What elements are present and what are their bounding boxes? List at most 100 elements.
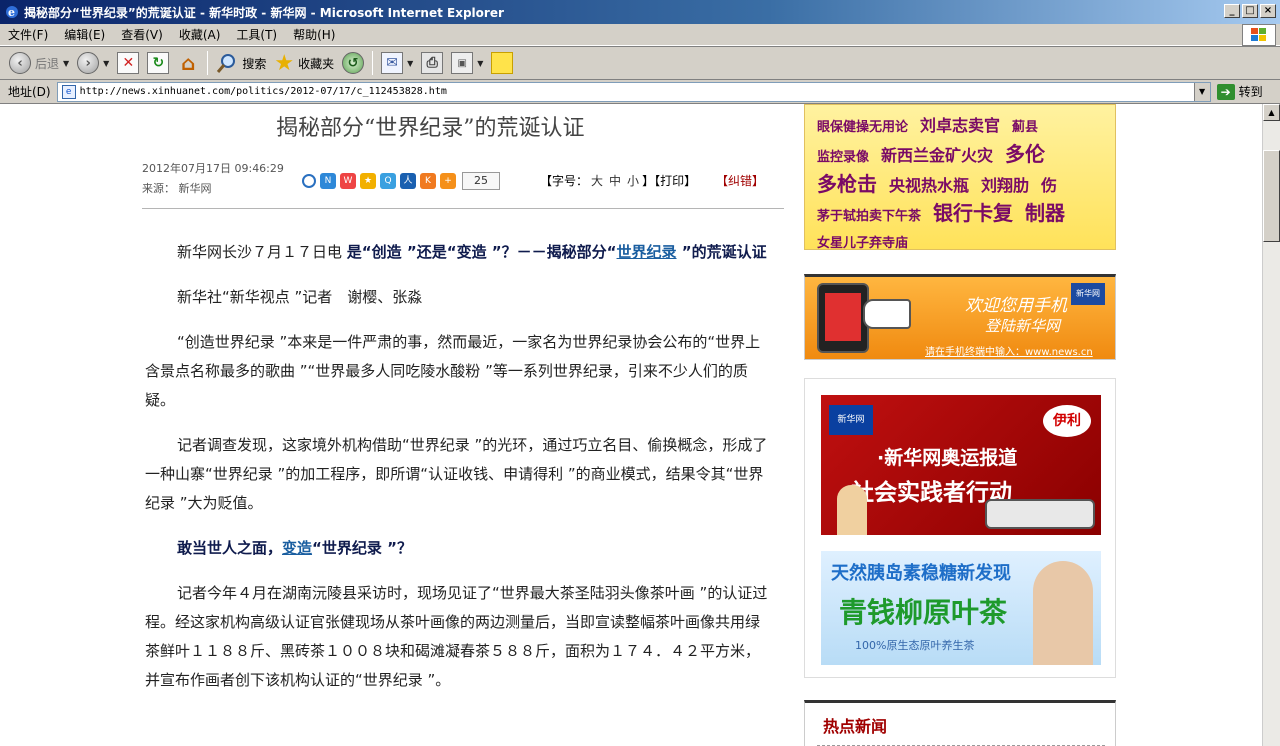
xinhua-logo: 新华网: [829, 405, 873, 435]
minimize-button[interactable]: _: [1224, 4, 1240, 18]
paragraph: 记者调查发现，这家境外机构借助“世界纪录 ”的光环，通过巧立名目、偷换概念，形成…: [145, 436, 768, 512]
paragraph: “创造世界纪录 ”本来是一件严肃的事，然而最近，一家名为世界纪录协会公布的“世界…: [145, 333, 761, 409]
hot-keyword-link[interactable]: 新西兰金矿火灾: [881, 146, 993, 165]
menu-bar: 文件(F) 编辑(E) 查看(V) 收藏(A) 工具(T) 帮助(H): [0, 24, 1280, 46]
share-weibo-icon[interactable]: W: [340, 173, 356, 189]
print-link[interactable]: 【打印】: [654, 174, 696, 188]
hot-keyword-link[interactable]: 薊县: [1012, 120, 1038, 135]
olympic-ad-banner[interactable]: 新华网 伊利 ·新华网奥运报道 社会实践者行动: [821, 395, 1101, 535]
maximize-button[interactable]: □: [1242, 4, 1258, 18]
favorites-button[interactable]: ★ 收藏夹: [271, 49, 337, 77]
hot-keyword-link[interactable]: 伤: [1041, 176, 1057, 195]
back-button[interactable]: ‹ 后退 ▼: [6, 49, 72, 77]
alter-link[interactable]: 变造: [282, 539, 312, 557]
windows-logo-icon: [1242, 24, 1276, 46]
share-qzone-icon[interactable]: ★: [360, 173, 376, 189]
edit-page-button[interactable]: ▣ ▼: [448, 49, 486, 77]
stop-button[interactable]: ✕: [114, 49, 142, 77]
page-viewport: 揭秘部分“世界纪录”的荒诞认证 2012年07月17日 09:46:29 来源：…: [0, 104, 1262, 746]
athlete-image: [837, 485, 867, 535]
font-medium-link[interactable]: 中: [609, 174, 621, 188]
menu-help[interactable]: 帮助(H): [285, 26, 343, 43]
hot-keyword-link[interactable]: 眼保健操无用论: [817, 120, 908, 135]
search-button[interactable]: 搜索: [213, 49, 269, 77]
share-kaixin-icon[interactable]: K: [420, 173, 436, 189]
font-size-control: 【字号：大中小】【打印】: [540, 174, 697, 188]
phone-image: [817, 283, 869, 353]
go-button[interactable]: ➔ 转到: [1216, 83, 1263, 100]
subheading: 敢当世人之面，变造“世界纪录 ”？: [177, 539, 412, 557]
home-button[interactable]: ⌂: [174, 49, 202, 77]
window-title: 揭秘部分“世界纪录”的荒诞认证 - 新华时政 - 新华网 - Microsoft…: [24, 5, 504, 20]
share-bar: N W ★ Q 人 K + 25: [302, 172, 500, 190]
stop-icon: ✕: [117, 52, 140, 74]
print-button[interactable]: ⎙: [418, 49, 446, 77]
menu-favorites[interactable]: 收藏(A): [171, 26, 229, 43]
tea-ad-banner[interactable]: 天然胰岛素稳糖新发现 青钱柳原叶茶 100%原生态原叶养生茶: [821, 551, 1101, 665]
vertical-scrollbar[interactable]: ▲: [1262, 104, 1280, 746]
hot-keyword-link[interactable]: 刘卓志卖官: [920, 116, 1000, 135]
forward-button[interactable]: › ▼: [74, 49, 112, 77]
mail-button[interactable]: ✉ ▼: [378, 49, 416, 77]
hot-keyword-link[interactable]: 多枪击: [817, 172, 877, 196]
hot-keyword-link[interactable]: 多伦: [1005, 142, 1045, 166]
hot-keyword-link[interactable]: 央视热水瓶: [889, 176, 969, 195]
url-input[interactable]: [79, 86, 1180, 97]
close-button[interactable]: ×: [1260, 4, 1276, 18]
chevron-down-icon: ▼: [477, 58, 484, 68]
back-arrow-icon: ‹: [9, 52, 31, 74]
toolbar: ‹ 后退 ▼ › ▼ ✕ ↻ ⌂ 搜索 ★ 收藏夹 ↺ ✉ ▼ ⎙ ▣ ▼: [0, 46, 1280, 80]
address-field[interactable]: e ▼: [56, 81, 1211, 102]
hot-news-section: 热点新闻: [804, 700, 1116, 746]
history-button[interactable]: ↺: [339, 49, 367, 77]
chevron-down-icon[interactable]: ▼: [1193, 82, 1210, 101]
address-label: 地址(D): [8, 85, 51, 99]
hot-news-title: 热点新闻: [823, 717, 888, 736]
refresh-icon: ↻: [147, 52, 170, 74]
page-icon: ▣: [451, 52, 474, 74]
yili-logo: 伊利: [1043, 405, 1091, 437]
article-date: 2012年07月17日 09:46:29: [142, 162, 284, 175]
mobile-ad-banner[interactable]: 新华网 欢迎您用手机 登陆新华网 请在手机终端中输入：www.news.cn: [804, 274, 1116, 360]
article-body: 新华网长沙７月１７日电 是“创造 ”还是“变造 ”？－－揭秘部分“世界纪录 ”的…: [145, 238, 773, 711]
share-renren-icon[interactable]: 人: [400, 173, 416, 189]
font-small-link[interactable]: 小: [627, 174, 639, 188]
hot-keyword-link[interactable]: 银行卡复: [933, 201, 1013, 225]
share-circle-icon[interactable]: [302, 174, 316, 188]
menu-edit[interactable]: 编辑(E): [56, 26, 113, 43]
ad-container: 新华网 伊利 ·新华网奥运报道 社会实践者行动 天然胰岛素稳糖新发现 青钱柳原叶…: [804, 378, 1116, 678]
refresh-button[interactable]: ↻: [144, 49, 172, 77]
hot-keyword-link[interactable]: 女星儿子弃寺庙: [817, 236, 908, 251]
paragraph: 记者今年４月在湖南沅陵县采访时，现场见证了“世界最大茶圣陆羽头像茶叶画 ”的认证…: [145, 584, 768, 689]
bus-image: [985, 499, 1095, 529]
hot-keyword-link[interactable]: 茅于轼拍卖下午茶: [817, 209, 921, 224]
scroll-up-icon[interactable]: ▲: [1263, 104, 1280, 121]
share-more-icon[interactable]: +: [440, 173, 456, 189]
chevron-down-icon: ▼: [103, 58, 110, 68]
scroll-thumb[interactable]: [1263, 150, 1280, 242]
font-large-link[interactable]: 大: [591, 174, 603, 188]
hot-keyword-link[interactable]: 刘翔肋: [981, 176, 1029, 195]
world-record-link[interactable]: 世界纪录: [617, 243, 677, 261]
share-xinhua-icon[interactable]: N: [320, 173, 336, 189]
hand-pointer-image: [863, 299, 911, 329]
search-icon: [217, 54, 236, 73]
paragraph: 新华网长沙７月１７日电 是“创造 ”还是“变造 ”？－－揭秘部分“世界纪录 ”的…: [177, 243, 767, 261]
report-error-link[interactable]: 【纠错】: [716, 172, 764, 189]
hot-keywords: 眼保健操无用论 刘卓志卖官 薊县监控录像 新西兰金矿火灾 多伦多枪击 央视热水瓶 刘翔肋 伤茅…: [804, 104, 1116, 251]
printer-icon: ⎙: [421, 52, 444, 74]
toolbar-separator: [207, 51, 209, 75]
share-tencent-icon[interactable]: Q: [380, 173, 396, 189]
sticky-note-icon: [491, 52, 514, 74]
hot-keyword-link[interactable]: 制器: [1025, 201, 1065, 225]
man-image: [1033, 561, 1093, 665]
title-bar: e 揭秘部分“世界纪录”的荒诞认证 - 新华时政 - 新华网 - Microso…: [0, 0, 1280, 24]
hot-keyword-link[interactable]: 监控录像: [817, 150, 869, 165]
note-button[interactable]: [488, 49, 516, 77]
menu-file[interactable]: 文件(F): [0, 26, 56, 43]
menu-tools[interactable]: 工具(T): [228, 26, 285, 43]
toolbar-separator: [372, 51, 374, 75]
mail-icon: ✉: [381, 52, 404, 74]
menu-view[interactable]: 查看(V): [113, 26, 171, 43]
address-bar: 地址(D) e ▼ ➔ 转到: [0, 80, 1280, 104]
